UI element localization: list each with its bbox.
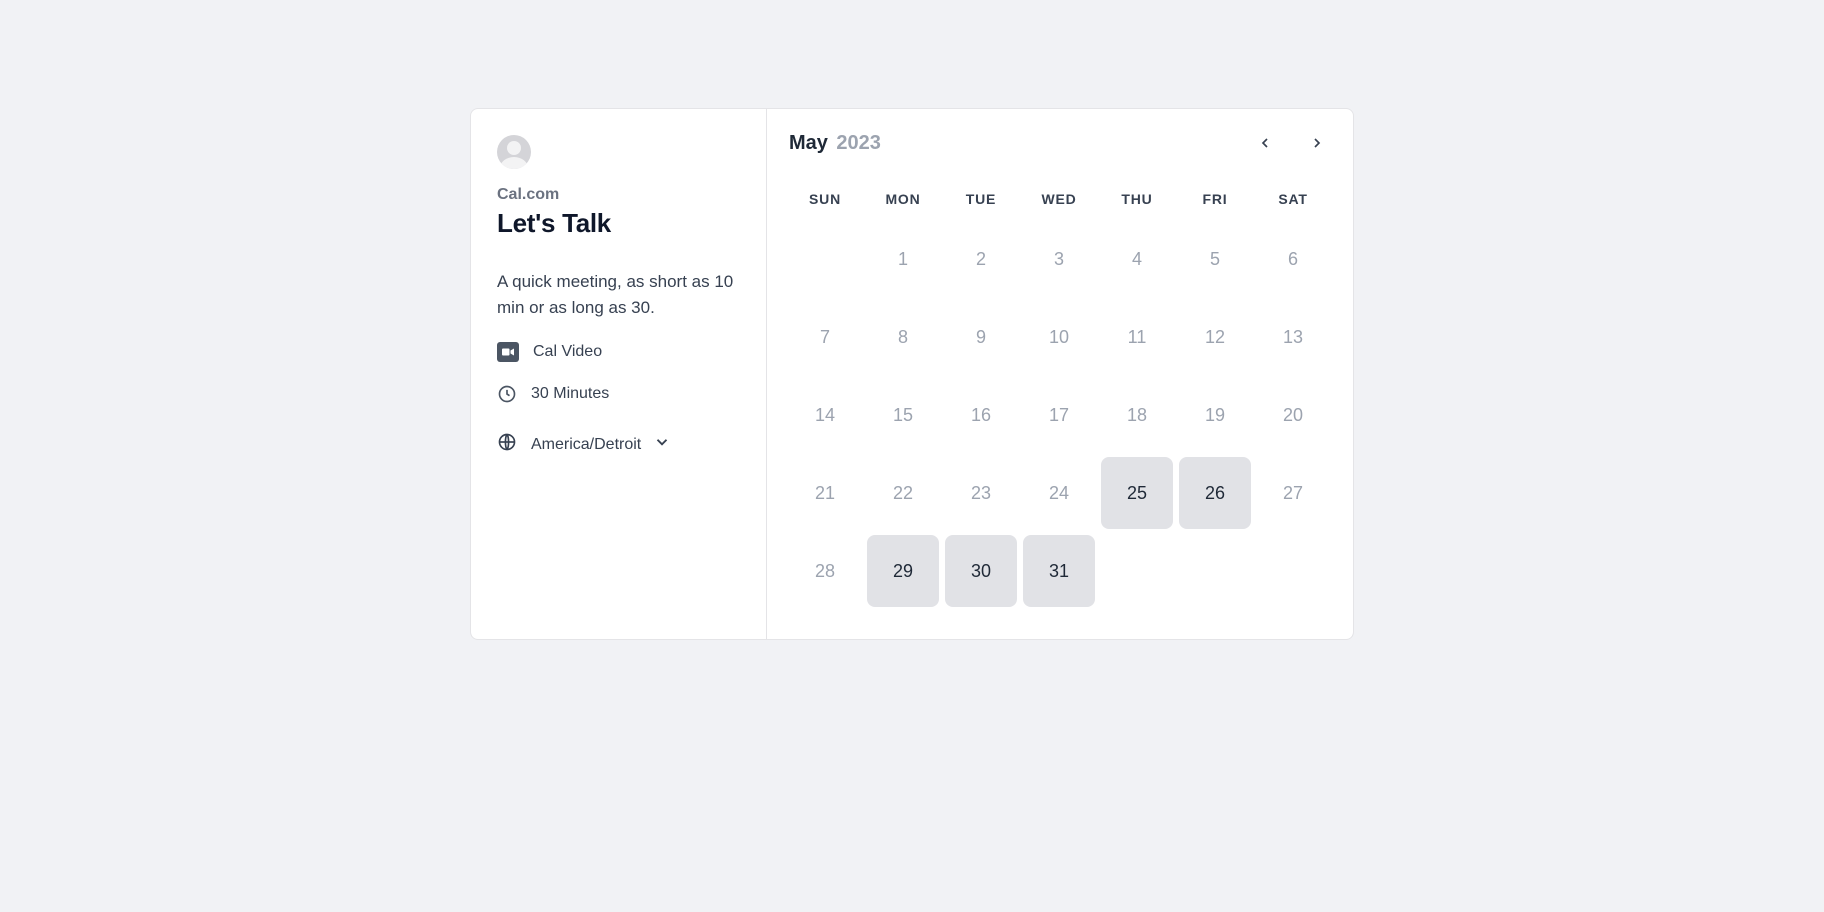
calendar-day: 3 <box>1023 223 1095 295</box>
calendar-day-empty <box>1179 535 1251 607</box>
calendar-day: 5 <box>1179 223 1251 295</box>
weekday-label: FRI <box>1179 191 1251 207</box>
calendar-day-empty <box>1101 535 1173 607</box>
calendar-day: 13 <box>1257 301 1329 373</box>
chevron-right-icon <box>1309 135 1325 151</box>
calendar-day-empty <box>1257 535 1329 607</box>
weekday-label: SUN <box>789 191 861 207</box>
calendar-day: 23 <box>945 457 1017 529</box>
calendar-day: 16 <box>945 379 1017 451</box>
weekday-label: THU <box>1101 191 1173 207</box>
chevron-left-icon <box>1257 135 1273 151</box>
calendar-day: 15 <box>867 379 939 451</box>
prev-month-button[interactable] <box>1253 131 1277 155</box>
month-label: May <box>789 132 828 154</box>
calendar-day: 24 <box>1023 457 1095 529</box>
calendar-day: 28 <box>789 535 861 607</box>
calendar-day: 6 <box>1257 223 1329 295</box>
calendar-day: 22 <box>867 457 939 529</box>
calendar-panel: May 2023 SUNMONTUEWEDTHUFRISAT 123456789… <box>767 109 1353 639</box>
calendar-day: 19 <box>1179 379 1251 451</box>
booking-card: Cal.com Let's Talk A quick meeting, as s… <box>470 108 1354 640</box>
calendar-day: 9 <box>945 301 1017 373</box>
calendar-day-empty <box>789 223 861 295</box>
calendar-day: 2 <box>945 223 1017 295</box>
calendar-nav <box>1253 131 1329 155</box>
video-icon <box>497 342 519 362</box>
calendar-day: 14 <box>789 379 861 451</box>
year-label: 2023 <box>836 132 881 154</box>
calendar-day: 18 <box>1101 379 1173 451</box>
duration-label: 30 Minutes <box>531 385 609 403</box>
calendar-day[interactable]: 30 <box>945 535 1017 607</box>
calendar-day: 21 <box>789 457 861 529</box>
calendar-day[interactable]: 25 <box>1101 457 1173 529</box>
location-row: Cal Video <box>497 342 742 362</box>
org-name: Cal.com <box>497 186 742 204</box>
calendar-day[interactable]: 29 <box>867 535 939 607</box>
clock-icon <box>497 384 517 404</box>
calendar-day: 4 <box>1101 223 1173 295</box>
calendar-grid: 1234567891011121314151617181920212223242… <box>789 223 1329 607</box>
calendar-day: 8 <box>867 301 939 373</box>
event-details-panel: Cal.com Let's Talk A quick meeting, as s… <box>471 109 767 639</box>
weekday-label: TUE <box>945 191 1017 207</box>
month-year: May 2023 <box>789 132 881 155</box>
calendar-day: 20 <box>1257 379 1329 451</box>
weekday-label: SAT <box>1257 191 1329 207</box>
avatar <box>497 135 531 169</box>
calendar-day: 27 <box>1257 457 1329 529</box>
calendar-day: 7 <box>789 301 861 373</box>
weekday-label: MON <box>867 191 939 207</box>
chevron-down-icon <box>653 433 671 456</box>
event-title: Let's Talk <box>497 208 742 239</box>
calendar-header: May 2023 <box>789 131 1329 155</box>
duration-row: 30 Minutes <box>497 384 742 404</box>
calendar-day: 11 <box>1101 301 1173 373</box>
calendar-day: 10 <box>1023 301 1095 373</box>
calendar-day[interactable]: 26 <box>1179 457 1251 529</box>
event-description: A quick meeting, as short as 10 min or a… <box>497 269 742 320</box>
calendar-day[interactable]: 31 <box>1023 535 1095 607</box>
calendar-day: 1 <box>867 223 939 295</box>
next-month-button[interactable] <box>1305 131 1329 155</box>
weekday-label: WED <box>1023 191 1095 207</box>
timezone-label: America/Detroit <box>531 436 641 454</box>
calendar-day: 17 <box>1023 379 1095 451</box>
weekday-header: SUN MON TUE WED THU FRI SAT <box>789 191 1329 207</box>
calendar-day: 12 <box>1179 301 1251 373</box>
globe-icon <box>497 432 517 457</box>
timezone-selector[interactable]: America/Detroit <box>497 432 742 457</box>
location-label: Cal Video <box>533 343 602 361</box>
